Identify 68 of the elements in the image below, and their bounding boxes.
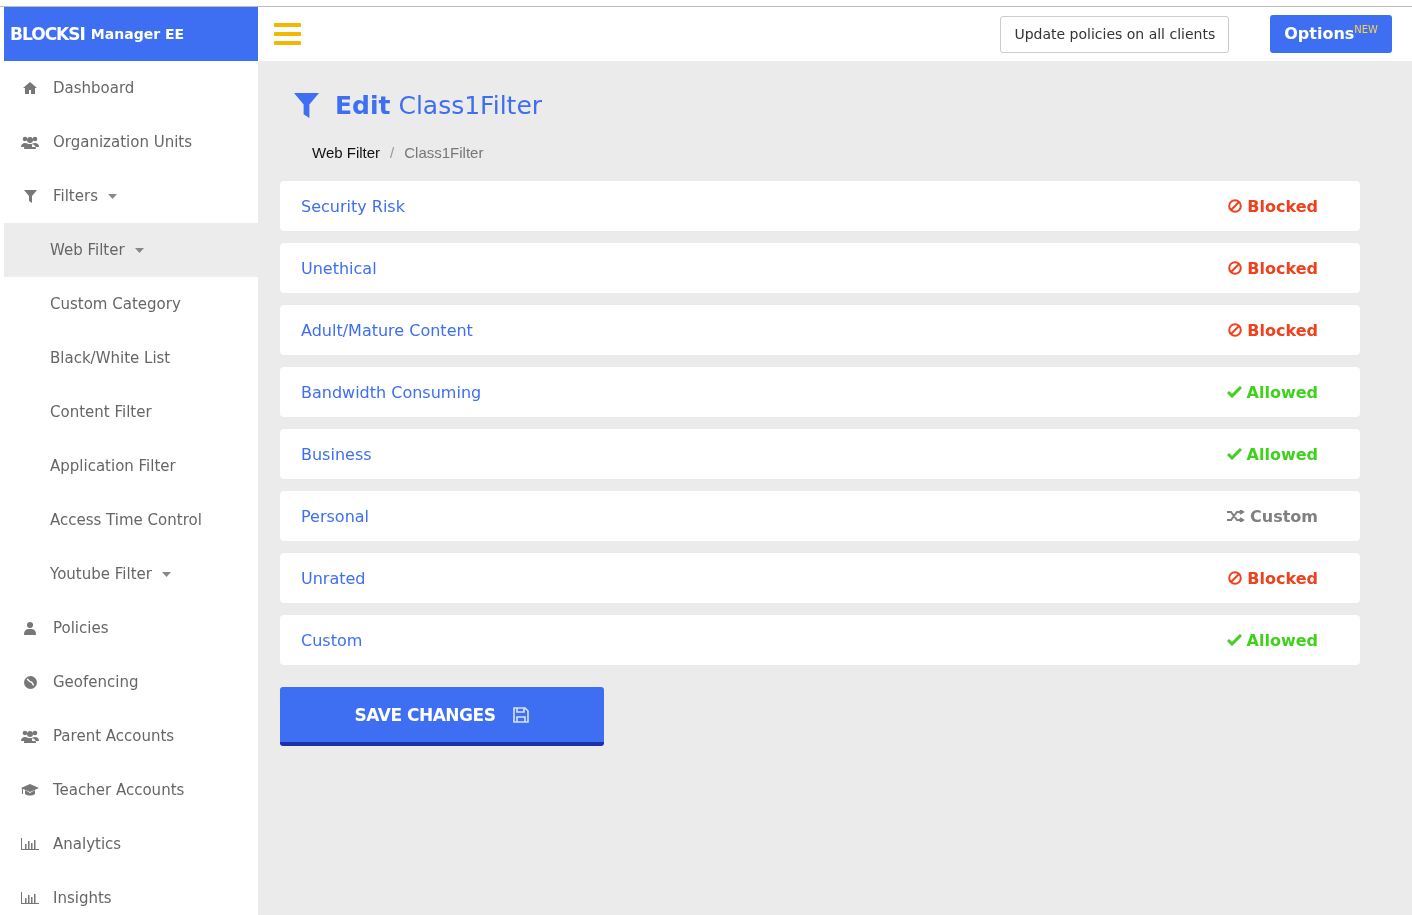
sidebar-subitem[interactable]: Black/White List bbox=[4, 331, 258, 385]
breadcrumb-separator: / bbox=[390, 144, 395, 161]
save-icon bbox=[513, 706, 530, 723]
filter-icon bbox=[23, 189, 37, 203]
check-icon bbox=[1226, 634, 1242, 646]
category-row[interactable]: Business Allowed bbox=[280, 429, 1360, 479]
category-name[interactable]: Unethical bbox=[301, 258, 377, 278]
caret-icon bbox=[161, 571, 171, 577]
category-row[interactable]: Bandwidth Consuming Allowed bbox=[280, 367, 1360, 417]
filter-icon bbox=[294, 93, 319, 118]
category-row[interactable]: Custom Allowed bbox=[280, 615, 1360, 665]
category-name[interactable]: Unrated bbox=[301, 568, 366, 588]
caret-icon bbox=[134, 247, 144, 253]
sidebar-item[interactable]: Insights bbox=[4, 871, 258, 915]
page-title: Edit Class1Filter bbox=[335, 91, 543, 120]
users-icon bbox=[21, 135, 39, 149]
status-label[interactable]: Blocked bbox=[1228, 196, 1318, 216]
sidebar-subitem[interactable]: Application Filter bbox=[4, 439, 258, 493]
blocked-icon bbox=[1228, 261, 1243, 275]
sidebar-subitem[interactable]: Web Filter bbox=[4, 223, 258, 277]
check-icon bbox=[1226, 386, 1242, 398]
product-name: Manager EE bbox=[90, 26, 185, 42]
graduation-cap-icon bbox=[21, 784, 39, 796]
sidebar-subitem[interactable]: Access Time Control bbox=[4, 493, 258, 547]
user-icon bbox=[24, 621, 36, 635]
check-icon bbox=[1226, 448, 1242, 460]
sidebar-item[interactable]: Dashboard bbox=[4, 61, 258, 115]
bar-chart-icon bbox=[21, 838, 39, 850]
category-name[interactable]: Bandwidth Consuming bbox=[301, 382, 482, 402]
sidebar-subitem[interactable]: Youtube Filter bbox=[4, 547, 258, 601]
sidebar-subitem[interactable]: Custom Category bbox=[4, 277, 258, 331]
status-label[interactable]: Blocked bbox=[1228, 258, 1318, 278]
sidebar-subitem[interactable]: Content Filter bbox=[4, 385, 258, 439]
category-name[interactable]: Custom bbox=[301, 630, 363, 650]
save-changes-button[interactable]: SAVE CHANGES bbox=[280, 687, 604, 746]
logo-text: BLOCKSI bbox=[10, 24, 85, 44]
shuffle-icon bbox=[1227, 510, 1246, 522]
sidebar-item[interactable]: Analytics bbox=[4, 817, 258, 871]
breadcrumb-link[interactable]: Web Filter bbox=[312, 144, 381, 161]
breadcrumb-current: Class1Filter bbox=[404, 144, 484, 161]
status-label[interactable]: Custom bbox=[1227, 506, 1318, 526]
category-name[interactable]: Security Risk bbox=[301, 196, 405, 216]
home-icon bbox=[23, 82, 37, 94]
category-row[interactable]: Adult/Mature Content Blocked bbox=[280, 305, 1360, 355]
update-policies-button[interactable]: Update policies on all clients bbox=[1000, 15, 1230, 53]
menu-icon[interactable] bbox=[274, 23, 301, 45]
caret-icon bbox=[107, 193, 117, 199]
sidebar-item[interactable]: Organization Units bbox=[4, 115, 258, 169]
category-name[interactable]: Business bbox=[301, 444, 372, 464]
status-label[interactable]: Blocked bbox=[1228, 568, 1318, 588]
category-name[interactable]: Personal bbox=[301, 506, 369, 526]
sidebar-item[interactable]: Filters bbox=[4, 169, 258, 223]
blocked-icon bbox=[1228, 571, 1243, 585]
status-label[interactable]: Blocked bbox=[1228, 320, 1318, 340]
category-row[interactable]: Unrated Blocked bbox=[280, 553, 1360, 603]
category-row[interactable]: Security Risk Blocked bbox=[280, 181, 1360, 231]
sidebar-item[interactable]: Geofencing bbox=[4, 655, 258, 709]
category-row[interactable]: Unethical Blocked bbox=[280, 243, 1360, 293]
users-icon bbox=[21, 729, 39, 743]
category-row[interactable]: Personal Custom bbox=[280, 491, 1360, 541]
bar-chart-icon bbox=[21, 892, 39, 904]
category-name[interactable]: Adult/Mature Content bbox=[301, 320, 473, 340]
options-button[interactable]: Options$^{NEW}$ bbox=[1270, 15, 1392, 53]
blocked-icon bbox=[1228, 323, 1243, 337]
sidebar-item[interactable]: Teacher Accounts bbox=[4, 763, 258, 817]
sidebar-item[interactable]: Parent Accounts bbox=[4, 709, 258, 763]
sidebar-item[interactable]: Policies bbox=[4, 601, 258, 655]
blocked-icon bbox=[1228, 199, 1243, 213]
